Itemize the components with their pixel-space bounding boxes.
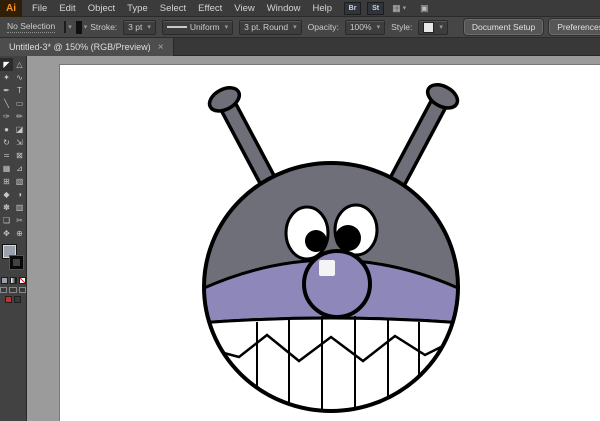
menu-type[interactable]: Type bbox=[121, 0, 154, 17]
fill-stroke-indicator bbox=[0, 244, 26, 274]
canvas-area[interactable] bbox=[27, 56, 600, 421]
chevron-down-icon: ▾ bbox=[293, 23, 297, 31]
style-swatch bbox=[423, 22, 434, 33]
width-tool[interactable]: ≍ bbox=[0, 149, 13, 162]
chevron-down-icon: ▾ bbox=[377, 23, 381, 31]
document-tab-bar: Untitled-3* @ 150% (RGB/Preview) × bbox=[0, 38, 600, 56]
opacity-label: Opacity: bbox=[308, 22, 339, 32]
gradient-tool[interactable]: ▧ bbox=[13, 175, 26, 188]
style-label: Style: bbox=[391, 22, 412, 32]
free-transform-tool[interactable]: ⊠ bbox=[13, 149, 26, 162]
fill-color-swatch[interactable] bbox=[64, 21, 66, 33]
preferences-button[interactable]: Preferences bbox=[549, 19, 600, 35]
document-tab-title: Untitled-3* @ 150% (RGB/Preview) bbox=[9, 42, 151, 52]
style-combo[interactable]: ▾ bbox=[418, 20, 448, 35]
color-type-row bbox=[0, 277, 26, 284]
opacity-combo[interactable]: 100% ▾ bbox=[345, 20, 385, 35]
screen-mode-row bbox=[0, 296, 26, 303]
pupil-left-shape[interactable] bbox=[305, 230, 327, 252]
brush-definition-value: Uniform bbox=[190, 22, 220, 32]
brush-definition-combo[interactable]: Uniform ▾ bbox=[162, 20, 233, 35]
menu-view[interactable]: View bbox=[228, 0, 260, 17]
scale-tool[interactable]: ⇲ bbox=[13, 136, 26, 149]
stroke-color-swatch[interactable] bbox=[76, 21, 82, 34]
chevron-down-icon[interactable]: ▾ bbox=[403, 4, 407, 12]
tools-grid: ◤ △ ✦ ∿ ✒ T ╲ ▭ ✑ ✏ ● ◪ ↻ ⇲ ≍ ⊠ ▦ ⊿ ⊞ ▧ … bbox=[0, 56, 26, 240]
hand-tool[interactable]: ✥ bbox=[0, 227, 13, 240]
mesh-tool[interactable]: ⊞ bbox=[0, 175, 13, 188]
stroke-swatch[interactable] bbox=[10, 256, 23, 269]
gradient-button[interactable] bbox=[10, 277, 17, 284]
stroke-weight-value: 3 pt bbox=[128, 22, 142, 32]
opacity-value: 100% bbox=[350, 22, 372, 32]
pupil-right-shape[interactable] bbox=[335, 225, 361, 251]
eraser-tool[interactable]: ◪ bbox=[13, 123, 26, 136]
lasso-tool[interactable]: ∿ bbox=[13, 71, 26, 84]
eyedropper-tool[interactable]: ◆ bbox=[0, 188, 13, 201]
document-setup-button[interactable]: Document Setup bbox=[464, 19, 543, 35]
pencil-tool[interactable]: ✏ bbox=[13, 110, 26, 123]
menu-help[interactable]: Help bbox=[307, 0, 339, 17]
blend-tool[interactable]: ◑ bbox=[13, 188, 26, 201]
paintbrush-tool[interactable]: ✑ bbox=[0, 110, 13, 123]
menu-effect[interactable]: Effect bbox=[192, 0, 228, 17]
chevron-down-icon: ▾ bbox=[147, 23, 151, 31]
variable-width-value: 3 pt. Round bbox=[244, 22, 288, 32]
blob-brush-tool[interactable]: ● bbox=[0, 123, 13, 136]
color-button[interactable] bbox=[1, 277, 8, 284]
close-icon[interactable]: × bbox=[158, 42, 164, 53]
selection-status-label: No Selection bbox=[7, 21, 55, 33]
pen-tool[interactable]: ✒ bbox=[0, 84, 13, 97]
menu-bar: Ai File Edit Object Type Select Effect V… bbox=[0, 0, 600, 17]
screen-mode-full-button[interactable] bbox=[14, 296, 21, 303]
menu-file[interactable]: File bbox=[26, 0, 53, 17]
screen-mode-button[interactable] bbox=[5, 296, 12, 303]
slice-tool[interactable]: ✂ bbox=[13, 214, 26, 227]
chevron-down-icon[interactable]: ▾ bbox=[84, 23, 88, 31]
direct-selection-tool[interactable]: △ bbox=[13, 58, 26, 71]
arrange-documents-icon[interactable]: ▦ bbox=[392, 3, 401, 14]
none-button[interactable] bbox=[19, 277, 26, 284]
control-bar: No Selection ▾ ▾ Stroke: 3 pt ▾ Uniform … bbox=[0, 17, 600, 38]
tools-panel: ◤ △ ✦ ∿ ✒ T ╲ ▭ ✑ ✏ ● ◪ ↻ ⇲ ≍ ⊠ ▦ ⊿ ⊞ ▧ … bbox=[0, 56, 27, 421]
draw-behind-button[interactable] bbox=[9, 287, 16, 293]
character-baikinman[interactable] bbox=[187, 80, 475, 418]
shape-builder-tool[interactable]: ▦ bbox=[0, 162, 13, 175]
zoom-tool[interactable]: ⊕ bbox=[13, 227, 26, 240]
artwork-svg bbox=[27, 56, 600, 421]
variable-width-profile-combo[interactable]: 3 pt. Round ▾ bbox=[239, 20, 301, 35]
menu-edit[interactable]: Edit bbox=[53, 0, 81, 17]
brush-stroke-preview bbox=[167, 26, 187, 28]
mouth-shape[interactable] bbox=[187, 318, 475, 418]
chevron-down-icon: ▾ bbox=[439, 23, 443, 31]
nose-shape[interactable] bbox=[304, 251, 370, 317]
magic-wand-tool[interactable]: ✦ bbox=[0, 71, 13, 84]
document-tab[interactable]: Untitled-3* @ 150% (RGB/Preview) × bbox=[0, 38, 174, 56]
chevron-down-icon[interactable]: ▾ bbox=[68, 23, 72, 31]
type-tool[interactable]: T bbox=[13, 84, 26, 97]
symbol-sprayer-tool[interactable]: ✽ bbox=[0, 201, 13, 214]
artboard-tool[interactable]: ❏ bbox=[0, 214, 13, 227]
menu-object[interactable]: Object bbox=[82, 0, 121, 17]
rotate-tool[interactable]: ↻ bbox=[0, 136, 13, 149]
stroke-weight-combo[interactable]: 3 pt ▾ bbox=[123, 20, 156, 35]
drawing-modes-row bbox=[0, 287, 26, 293]
column-graph-tool[interactable]: ▥ bbox=[13, 201, 26, 214]
stock-badge[interactable]: St bbox=[367, 2, 384, 15]
bridge-badge[interactable]: Br bbox=[344, 2, 361, 15]
chevron-down-icon: ▾ bbox=[225, 23, 229, 31]
draw-inside-button[interactable] bbox=[19, 287, 26, 293]
menu-window[interactable]: Window bbox=[261, 0, 307, 17]
nose-highlight-shape[interactable] bbox=[319, 260, 335, 276]
line-segment-tool[interactable]: ╲ bbox=[0, 97, 13, 110]
menu-select[interactable]: Select bbox=[154, 0, 192, 17]
perspective-grid-tool[interactable]: ⊿ bbox=[13, 162, 26, 175]
selection-tool[interactable]: ◤ bbox=[0, 58, 13, 71]
gpu-performance-icon[interactable]: ▣ bbox=[420, 3, 429, 14]
draw-normal-button[interactable] bbox=[0, 287, 7, 293]
stroke-label: Stroke: bbox=[90, 22, 117, 32]
rectangle-tool[interactable]: ▭ bbox=[13, 97, 26, 110]
illustrator-logo[interactable]: Ai bbox=[0, 0, 22, 17]
